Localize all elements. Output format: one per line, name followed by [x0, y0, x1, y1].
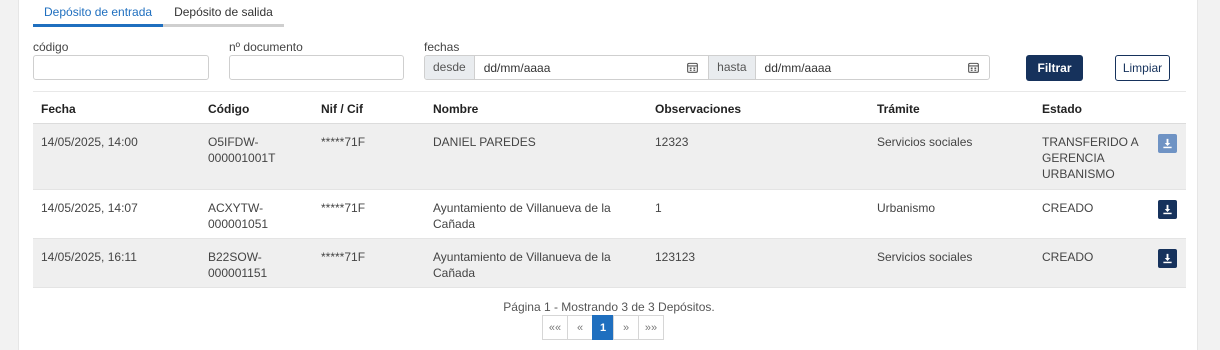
cell-codigo: B22SOW- 000001151	[208, 249, 267, 281]
table-header: Fecha Código Nif / Cif Nombre Observacio…	[33, 91, 1186, 124]
codigo-label: código	[33, 40, 69, 54]
documento-input[interactable]	[229, 55, 404, 80]
cell-estado: TRANSFERIDO A GERENCIA URBANISMO	[1042, 134, 1139, 182]
nombre-line: DANIEL PAREDES	[433, 135, 536, 149]
page-current-button[interactable]: 1	[592, 315, 614, 340]
cell-codigo: ACXYTW- 000001051	[208, 200, 268, 232]
cell-fecha: 14/05/2025, 16:11	[41, 250, 137, 264]
pagination-info: Página 1 - Mostrando 3 de 3 Depósitos.	[503, 300, 715, 314]
download-icon	[1163, 204, 1172, 215]
desde-placeholder: dd/mm/aaaa	[483, 60, 551, 75]
tab-deposito-salida[interactable]: Depósito de salida	[163, 0, 284, 27]
download-icon	[1163, 253, 1172, 264]
cell-tramite: Urbanismo	[877, 201, 936, 215]
table-row: 14/05/2025, 14:07 ACXYTW- 000001051 ****…	[33, 190, 1186, 239]
hasta-date-input[interactable]: dd/mm/aaaa	[756, 56, 989, 79]
desde-date-input[interactable]: dd/mm/aaaa	[475, 56, 708, 79]
estado-line: GERENCIA	[1042, 151, 1105, 165]
cell-observaciones: 1	[655, 201, 662, 215]
cell-nif: *****71F	[321, 250, 366, 264]
deposits-table: Fecha Código Nif / Cif Nombre Observacio…	[33, 91, 1186, 288]
header-estado[interactable]: Estado	[1042, 102, 1082, 116]
filtrar-button[interactable]: Filtrar	[1026, 55, 1083, 81]
nombre-line: Cañada	[433, 266, 476, 280]
page-first-button[interactable]: ««	[542, 315, 568, 340]
cell-estado: CREADO	[1042, 200, 1093, 216]
date-range: desde dd/mm/aaaa hasta dd/mm/aaaa	[424, 55, 990, 80]
cell-codigo: O5IFDW- 000001001T	[208, 134, 275, 166]
codigo-input[interactable]	[33, 55, 209, 80]
cell-nif: *****71F	[321, 201, 366, 215]
codigo-line: 000001051	[208, 217, 269, 231]
cell-fecha: 14/05/2025, 14:07	[41, 201, 138, 215]
nombre-line: Ayuntamiento de Villanueva de la	[433, 201, 611, 215]
limpiar-button[interactable]: Limpiar	[1115, 55, 1170, 81]
estado-line: URBANISMO	[1042, 167, 1115, 181]
page-next-button[interactable]: »	[613, 315, 639, 340]
desde-addon: desde	[425, 56, 475, 79]
cell-nombre: Ayuntamiento de Villanueva de la Cañada	[433, 200, 611, 232]
estado-line: CREADO	[1042, 201, 1094, 215]
header-nif[interactable]: Nif / Cif	[321, 102, 363, 116]
header-tramite[interactable]: Trámite	[877, 102, 920, 116]
header-observaciones[interactable]: Observaciones	[655, 102, 741, 116]
page-prev-button[interactable]: «	[567, 315, 593, 340]
codigo-line: B22SOW-	[208, 250, 262, 264]
codigo-line: O5IFDW-	[208, 135, 259, 149]
cell-observaciones: 12323	[655, 135, 689, 149]
download-button[interactable]	[1158, 134, 1177, 153]
page-last-button[interactable]: »»	[638, 315, 664, 340]
table-row: 14/05/2025, 14:00 O5IFDW- 000001001T ***…	[33, 124, 1186, 190]
download-button[interactable]	[1158, 200, 1177, 219]
cell-observaciones: 123123	[655, 250, 696, 264]
hasta-placeholder: dd/mm/aaaa	[764, 60, 832, 75]
download-icon	[1163, 138, 1172, 149]
tab-bar: Depósito de entrada Depósito de salida	[33, 0, 284, 27]
pagination: «« « 1 » »»	[542, 315, 664, 340]
cell-nombre: DANIEL PAREDES	[433, 134, 536, 150]
header-fecha[interactable]: Fecha	[41, 102, 76, 116]
fechas-label: fechas	[424, 40, 460, 54]
cell-tramite: Servicios sociales	[877, 250, 973, 264]
tab-deposito-entrada[interactable]: Depósito de entrada	[33, 0, 164, 27]
deposit-panel: Depósito de entrada Depósito de salida c…	[18, 0, 1198, 350]
calendar-icon[interactable]	[687, 62, 699, 73]
cell-nif: *****71F	[321, 135, 366, 149]
calendar-icon[interactable]	[968, 62, 979, 73]
cell-fecha: 14/05/2025, 14:00	[41, 135, 138, 149]
header-codigo[interactable]: Código	[208, 102, 249, 116]
cell-tramite: Servicios sociales	[877, 135, 973, 149]
table-row: 14/05/2025, 16:11 B22SOW- 000001151 ****…	[33, 239, 1186, 288]
estado-line: TRANSFERIDO A	[1042, 135, 1139, 149]
codigo-line: 000001001T	[208, 151, 276, 165]
codigo-line: 000001151	[208, 266, 268, 280]
cell-nombre: Ayuntamiento de Villanueva de la Cañada	[433, 249, 611, 281]
download-button[interactable]	[1158, 249, 1177, 268]
nombre-line: Ayuntamiento de Villanueva de la	[433, 250, 611, 264]
cell-estado: CREADO	[1042, 249, 1093, 265]
documento-label: nº documento	[229, 40, 303, 54]
hasta-addon: hasta	[708, 56, 756, 79]
estado-line: CREADO	[1042, 250, 1094, 264]
nombre-line: Cañada	[433, 217, 476, 231]
codigo-line: ACXYTW-	[208, 201, 264, 215]
header-nombre[interactable]: Nombre	[433, 102, 478, 116]
